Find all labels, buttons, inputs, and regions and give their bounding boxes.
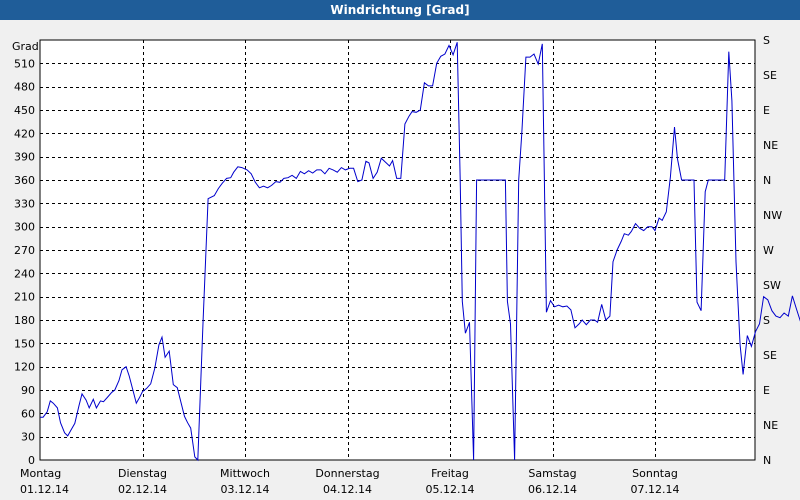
y-tick-label: 30 (21, 431, 35, 444)
right-axis-label: S (763, 34, 770, 47)
x-tick-date: 05.12.14 (426, 483, 475, 496)
x-tick-day: Donnerstag (315, 467, 379, 480)
x-tick-day: Montag (20, 467, 61, 480)
y-tick-label: 480 (14, 81, 35, 94)
x-tick-date: 03.12.14 (221, 483, 270, 496)
y-tick-label: 60 (21, 407, 35, 420)
y-tick-label: 450 (14, 104, 35, 117)
y-tick-labels: 0 30 60 90 120 150 180 210 240 270 300 330 360 390 420… (14, 57, 35, 467)
right-axis-labels: N NE E SE S SW W NW N NE E SE S (763, 34, 782, 467)
right-axis-label: SE (763, 69, 777, 82)
y-tick-label: 420 (14, 127, 35, 140)
right-axis-label: NW (763, 209, 782, 222)
right-axis-label: W (763, 244, 774, 257)
right-axis-label: N (763, 454, 771, 467)
x-tick-day: Samstag (528, 467, 576, 480)
y-tick-label: 120 (14, 361, 35, 374)
window-title: Windrichtung [Grad] (0, 0, 800, 20)
right-axis-label: E (763, 104, 770, 117)
y-axis-label: Grad (12, 40, 39, 53)
right-axis-label: E (763, 384, 770, 397)
x-tick-day: Mittwoch (220, 467, 270, 480)
y-tick-label: 210 (14, 291, 35, 304)
x-tick-day: Freitag (431, 467, 469, 480)
y-tick-label: 0 (28, 454, 35, 467)
x-tick-date: 06.12.14 (528, 483, 577, 496)
x-tick-day: Dienstag (118, 467, 167, 480)
y-tick-label: 240 (14, 267, 35, 280)
x-tick-date: 02.12.14 (118, 483, 167, 496)
wind-direction-chart: Grad 0 30 60 90 120 150 180 210 240 270 300 330 360 3… (12, 34, 800, 496)
right-axis-label: NE (763, 419, 778, 432)
x-tick-date: 01.12.14 (20, 483, 69, 496)
y-tick-label: 180 (14, 314, 35, 327)
right-axis-label: S (763, 314, 770, 327)
y-tick-label: 330 (14, 197, 35, 210)
right-axis-label: NE (763, 139, 778, 152)
y-tick-label: 360 (14, 174, 35, 187)
y-tick-label: 300 (14, 221, 35, 234)
y-tick-label: 150 (14, 337, 35, 350)
y-tick-label: 390 (14, 151, 35, 164)
y-tick-label: 270 (14, 244, 35, 257)
y-tick-label: 90 (21, 384, 35, 397)
y-tick-label: 510 (14, 57, 35, 70)
right-axis-label: SE (763, 349, 777, 362)
right-axis-label: N (763, 174, 771, 187)
x-tick-date: 04.12.14 (323, 483, 372, 496)
x-tick-day: Sonntag (632, 467, 678, 480)
x-tick-labels: Montag 01.12.14 Dienstag 02.12.14 Mittwoch 03… (20, 467, 679, 496)
right-axis-label: SW (763, 279, 781, 292)
x-tick-date: 07.12.14 (631, 483, 680, 496)
